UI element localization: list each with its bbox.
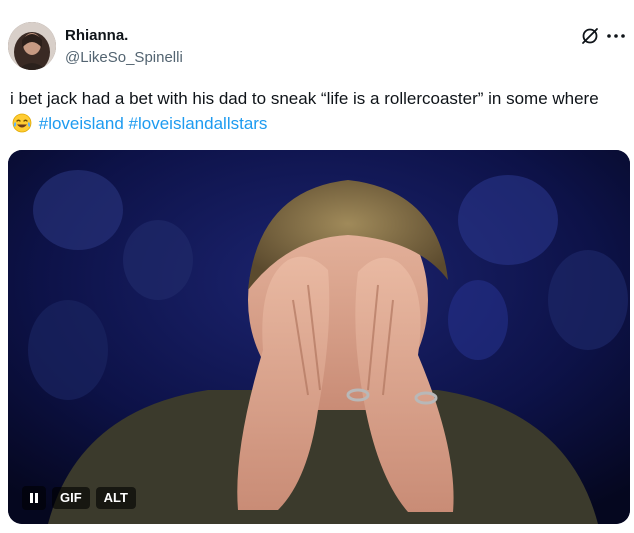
- avatar[interactable]: [8, 22, 56, 70]
- pause-icon[interactable]: [22, 486, 46, 510]
- display-name[interactable]: Rhianna.: [65, 27, 128, 45]
- gif-badge: GIF: [52, 487, 90, 509]
- gif-controls: GIF ALT: [22, 486, 136, 510]
- hashtag-loveisland[interactable]: #loveisland: [39, 114, 124, 133]
- more-icon[interactable]: [605, 26, 627, 46]
- laughing-crying-emoji-icon: [12, 113, 32, 133]
- avatar-image: [8, 22, 56, 70]
- alt-text-button[interactable]: ALT: [95, 487, 136, 509]
- tweet-text: i bet jack had a bet with his dad to sne…: [10, 86, 626, 136]
- hashtag-loveislandallstars[interactable]: #loveislandallstars: [129, 114, 268, 133]
- gif-frame-image: [8, 150, 630, 524]
- tweet-body: i bet jack had a bet with his dad to sne…: [10, 89, 599, 108]
- gif-media[interactable]: GIF ALT: [8, 150, 630, 524]
- user-handle[interactable]: @LikeSo_Spinelli: [65, 49, 183, 67]
- grok-icon[interactable]: [580, 26, 600, 46]
